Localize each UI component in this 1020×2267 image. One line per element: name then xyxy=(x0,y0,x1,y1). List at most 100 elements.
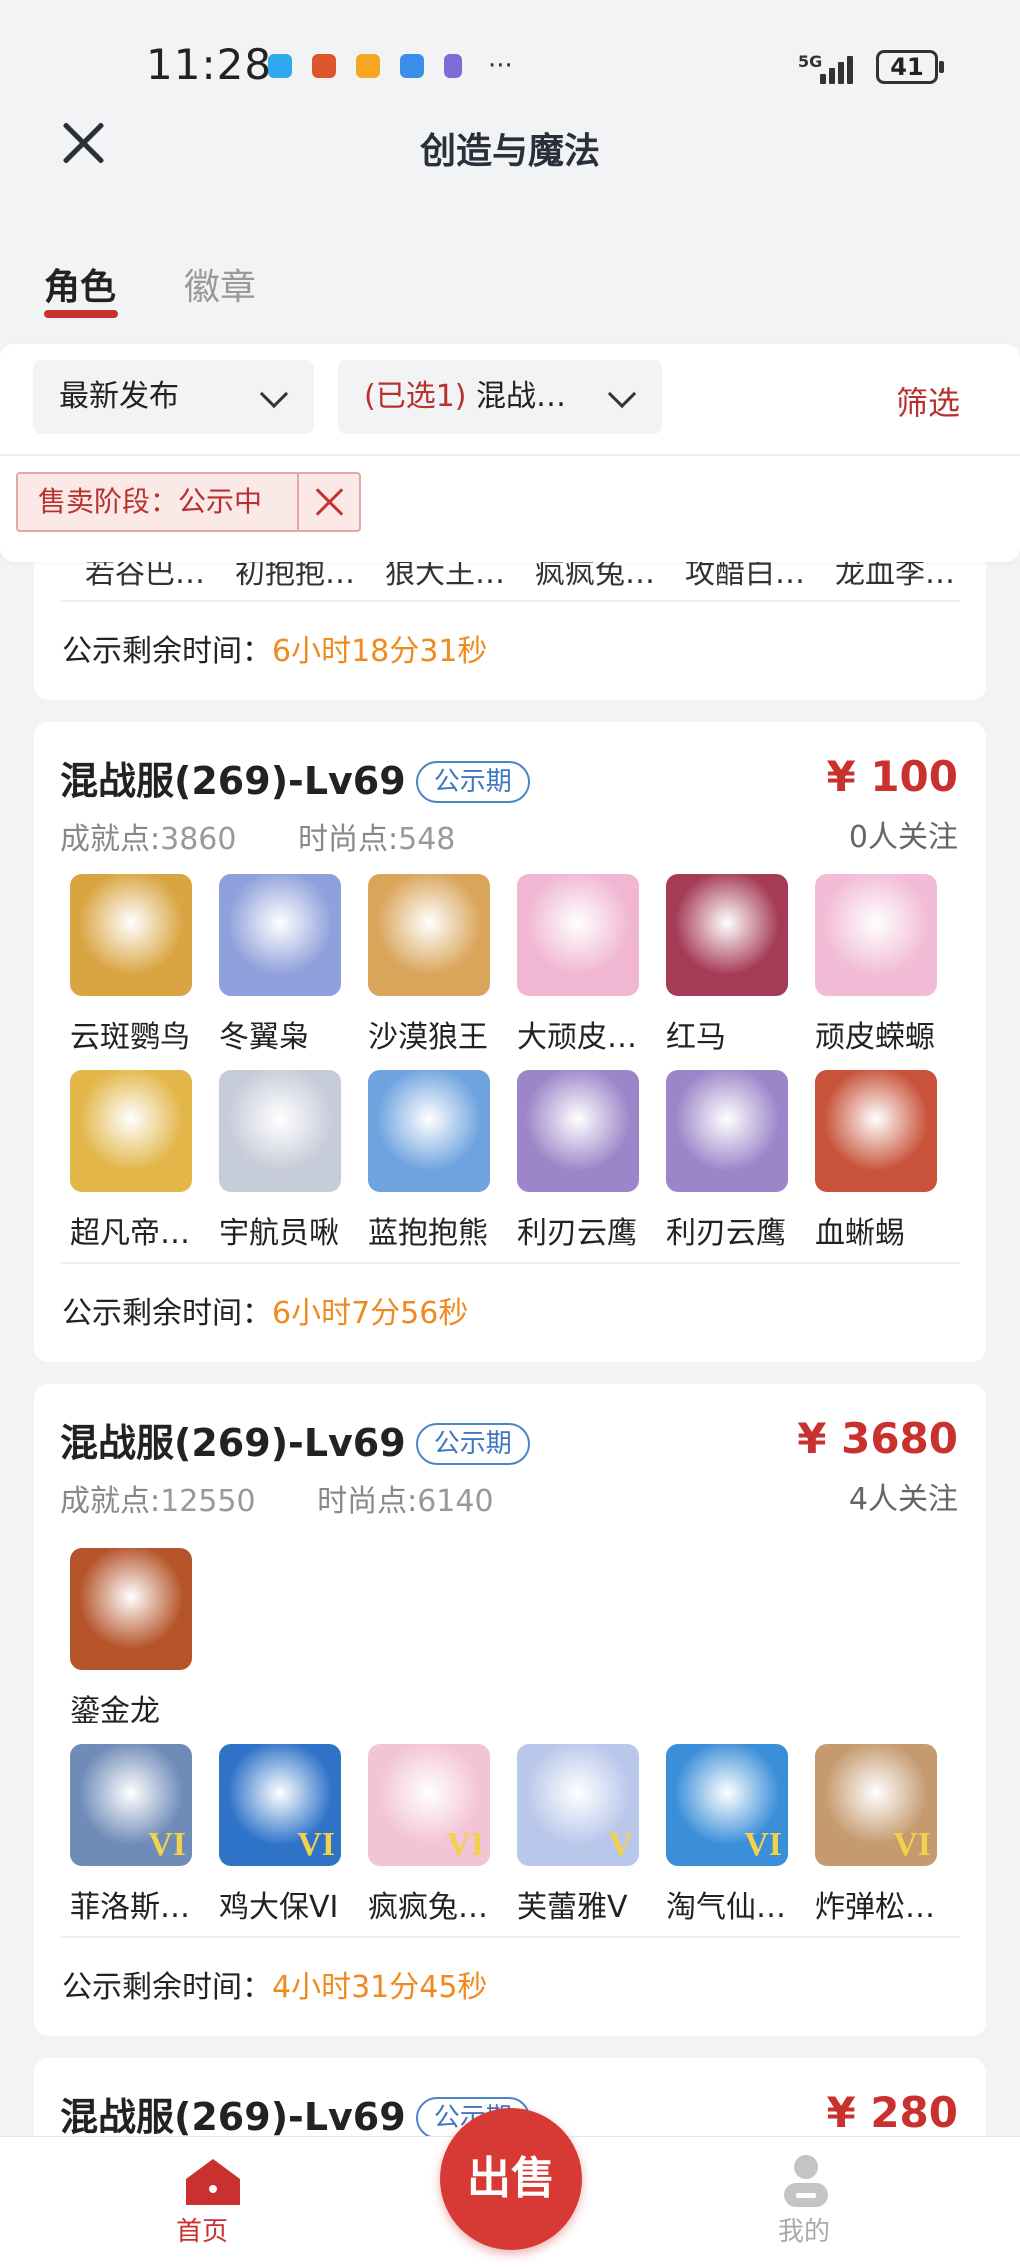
pet-item: 云斑鹦鸟 xyxy=(60,874,192,1055)
stats-row: 成就点:3860 时尚点:548 xyxy=(60,814,455,858)
remaining-time: 公示剩余时间：4小时31分45秒 xyxy=(62,1962,487,2006)
active-filter-chip: 售卖阶段：公示中 xyxy=(16,472,361,532)
pet-portrait xyxy=(219,874,341,996)
remaining-time: 公示剩余时间：6小时18分31秒 xyxy=(62,626,487,670)
user-icon[interactable] xyxy=(782,2153,830,2209)
price: ¥ 280 xyxy=(826,2088,958,2137)
pet-item: 沙漠狼王 xyxy=(358,874,490,1055)
pet-rank-tag: V xyxy=(608,1826,633,1863)
pet-rank-tag: VI xyxy=(446,1826,484,1863)
sell-button[interactable]: 出售 xyxy=(440,2108,582,2250)
network-type: 5G xyxy=(798,52,823,71)
signal-icon xyxy=(820,52,853,84)
pet-item: V 芙蕾雅V xyxy=(507,1744,639,1925)
listing-card[interactable]: 混战服(269)-Lv69 公示期 ¥ 3680 4人关注 成就点:12550 时… xyxy=(34,1384,986,2036)
pet-portrait xyxy=(368,874,490,996)
app-notification-icon xyxy=(312,54,336,78)
pet-name: 炸弹松… xyxy=(815,1890,935,1925)
pet-name: 大顽皮… xyxy=(517,1020,637,1055)
pet-item: 冬翼枭 xyxy=(209,874,341,1055)
price: ¥ 3680 xyxy=(797,1414,958,1463)
remaining-time-label: 公示剩余时间： xyxy=(62,634,272,669)
filter-button[interactable]: 筛选 xyxy=(896,378,960,424)
pet-portrait xyxy=(70,874,192,996)
filter-panel: 最新发布 (已选1) 混战… 筛选 售卖阶段：公示中 xyxy=(0,344,1020,562)
clock: 11:28 xyxy=(146,40,273,89)
achievement-label: 成就点: xyxy=(60,1484,161,1519)
nav-mine[interactable]: 我的 xyxy=(778,2211,830,2248)
pet-portrait: VI xyxy=(368,1744,490,1866)
pet-name: 鎏金龙 xyxy=(70,1694,160,1729)
achievement-points: 3860 xyxy=(160,822,237,857)
pet-portrait: V xyxy=(517,1744,639,1866)
pet-portrait xyxy=(517,874,639,996)
pet-item: 顽皮蝾螈 xyxy=(805,874,937,1055)
notification-icons: ··· xyxy=(268,53,513,79)
pet-item: 大顽皮… xyxy=(507,874,639,1055)
tab-badge[interactable]: 徽章 xyxy=(184,258,256,310)
listing-title: 混战服(269)-Lv69公示期 xyxy=(60,750,530,805)
pet-name: 红马 xyxy=(666,1020,726,1055)
pet-rank-tag: VI xyxy=(744,1826,782,1863)
chevron-down-icon xyxy=(259,379,289,409)
server-level: 混战服(269)-Lv69 xyxy=(60,759,406,803)
app-notification-icon xyxy=(268,54,292,78)
status-badge: 公示期 xyxy=(415,761,530,803)
app-notification-icon xyxy=(356,54,380,78)
pet-portrait: VI xyxy=(219,1744,341,1866)
fashion-points: 548 xyxy=(398,822,456,857)
pet-item: 血蜥蜴 xyxy=(805,1070,937,1251)
pet-rank-tag: VI xyxy=(148,1826,186,1863)
pet-item: 蓝抱抱熊 xyxy=(358,1070,490,1251)
pet-rank-tag: VI xyxy=(297,1826,335,1863)
fashion-points: 6140 xyxy=(417,1484,494,1519)
achievement-points: 12550 xyxy=(160,1484,256,1519)
pet-item: 宇航员啾 xyxy=(209,1070,341,1251)
status-bar: 11:28 ··· 5G 41 xyxy=(0,0,1020,120)
cloud-icon xyxy=(400,54,424,78)
divider xyxy=(60,1262,960,1264)
server-level: 混战服(269)-Lv69 xyxy=(60,1421,406,1465)
sort-dropdown[interactable]: 最新发布 xyxy=(33,360,314,434)
remove-filter-icon[interactable] xyxy=(314,486,346,518)
pet-item: 红马 xyxy=(656,874,788,1055)
divider xyxy=(60,600,960,602)
chevron-down-icon xyxy=(607,379,637,409)
pet-item: 利刃云鹰 xyxy=(507,1070,639,1251)
tab-role[interactable]: 角色 xyxy=(44,258,116,310)
pet-name: 宇航员啾 xyxy=(219,1216,339,1251)
pet-item: 超凡帝… xyxy=(60,1070,192,1251)
nav-home[interactable]: 首页 xyxy=(176,2211,228,2248)
divider xyxy=(0,454,1020,456)
sort-dropdown-label: 最新发布 xyxy=(59,379,179,414)
page-title: 创造与魔法 xyxy=(419,131,600,172)
follower-count: 4人关注 xyxy=(848,1482,958,1517)
pet-name: 云斑鹦鸟 xyxy=(70,1020,190,1055)
remaining-time-value: 4小时31分45秒 xyxy=(272,1970,488,2005)
pet-portrait xyxy=(666,874,788,996)
remaining-time-value: 6小时18分31秒 xyxy=(272,634,488,669)
pet-rank-tag: VI xyxy=(893,1826,931,1863)
pet-portrait xyxy=(219,1070,341,1192)
server-dropdown[interactable]: (已选1) 混战… xyxy=(338,360,662,434)
listing-card[interactable]: 混战服(269)-Lv69 公示期 ¥ 100 0人关注 成就点:3860 时尚点… xyxy=(34,722,986,1362)
pet-name: 利刃云鹰 xyxy=(666,1216,786,1251)
pet-portrait xyxy=(517,1070,639,1192)
remaining-time-label: 公示剩余时间： xyxy=(62,1970,272,2005)
pet-item: VI 菲洛斯… xyxy=(60,1744,192,1925)
pet-name: 血蜥蜴 xyxy=(815,1216,905,1251)
active-tab-indicator xyxy=(44,310,118,318)
home-icon[interactable] xyxy=(180,2157,246,2207)
battery-icon: 41 xyxy=(876,50,944,84)
pet-name: 淘气仙… xyxy=(666,1890,786,1925)
pet-portrait: VI xyxy=(815,1744,937,1866)
pet-name: 沙漠狼王 xyxy=(368,1020,488,1055)
price: ¥ 100 xyxy=(826,752,958,801)
pet-name: 顽皮蝾螈 xyxy=(815,1020,935,1055)
pet-item: VI 疯疯兔… xyxy=(358,1744,490,1925)
pet-portrait: VI xyxy=(70,1744,192,1866)
pet-name: 超凡帝… xyxy=(70,1216,190,1251)
pet-item: VI 鸡大保VI xyxy=(209,1744,341,1925)
achievement-label: 成就点: xyxy=(60,822,161,857)
pet-portrait xyxy=(70,1070,192,1192)
